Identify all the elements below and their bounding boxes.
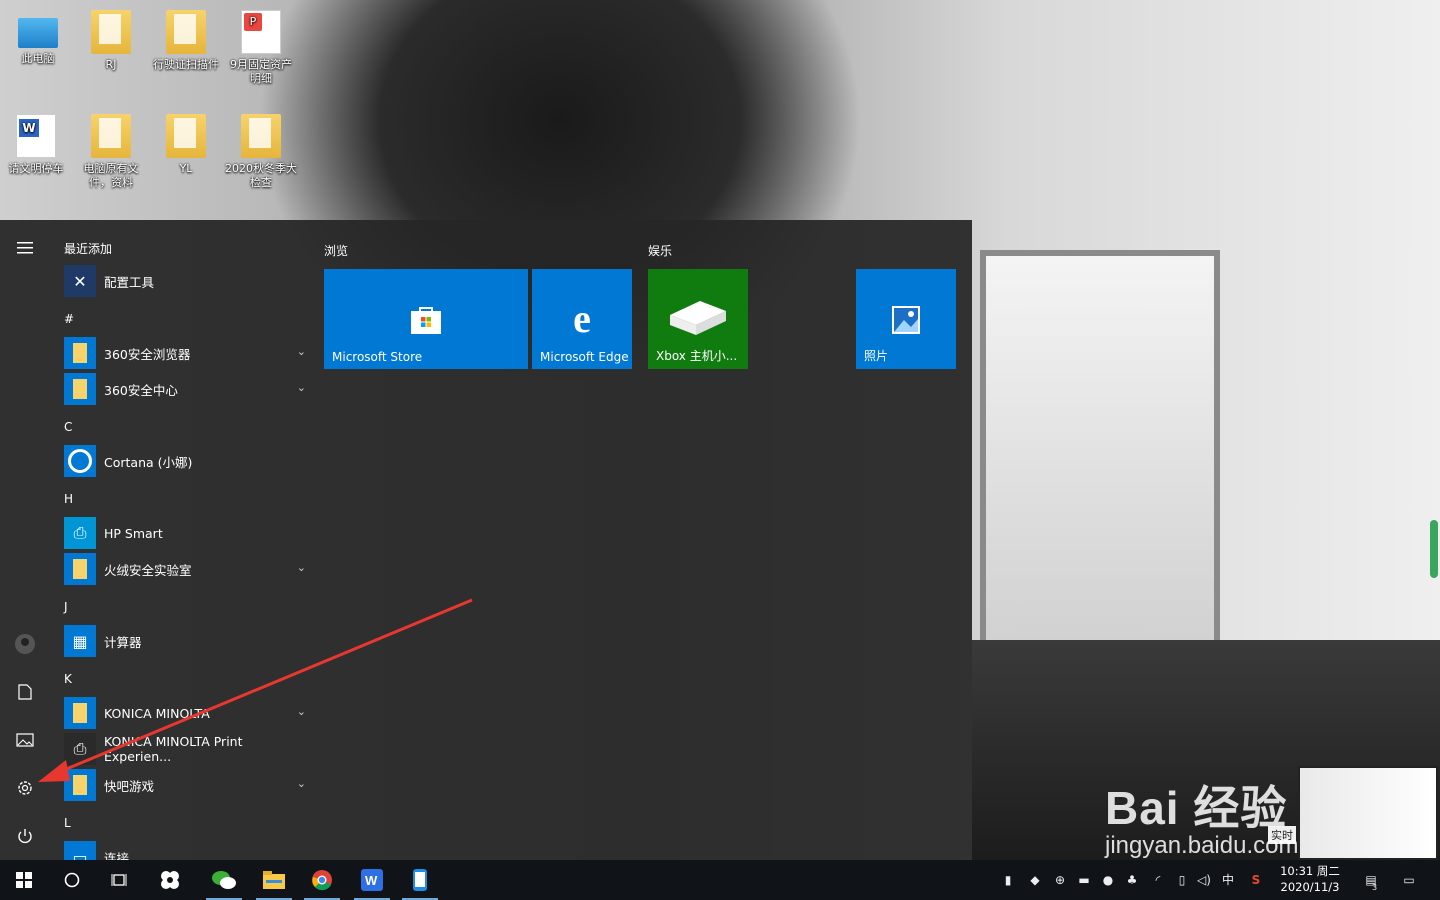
action-center-icon[interactable]: ▭ bbox=[1398, 872, 1420, 888]
section-header: 最近添加 bbox=[64, 242, 113, 256]
phone-icon[interactable] bbox=[396, 860, 444, 900]
chevron-down-icon[interactable]: ⌄ bbox=[297, 561, 306, 574]
start-icon[interactable] bbox=[0, 860, 48, 900]
photos-icon bbox=[892, 306, 920, 334]
app-item-konica[interactable]: KONICA MINOLTA ⌄ bbox=[64, 696, 312, 730]
wifi-tray-icon[interactable]: ◜ bbox=[1150, 872, 1166, 888]
section-header[interactable]: C bbox=[64, 420, 72, 434]
section-header[interactable]: H bbox=[64, 492, 73, 506]
word-file-icon: W bbox=[16, 114, 56, 158]
section-header[interactable]: K bbox=[64, 672, 72, 686]
app-item-kuaiba[interactable]: 快吧游戏 ⌄ bbox=[64, 768, 312, 802]
tile-group-header[interactable]: 浏览 bbox=[324, 242, 348, 259]
connect-icon: ▭ bbox=[64, 841, 96, 860]
search-icon[interactable] bbox=[48, 860, 96, 900]
clock[interactable]: 10:31 周二 2020/11/3 bbox=[1270, 863, 1350, 895]
app-item-config-tool[interactable]: ✕ 配置工具 bbox=[64, 264, 312, 298]
calculator-icon: ▦ bbox=[64, 625, 96, 657]
tile-xbox[interactable]: Xbox 主机小... bbox=[648, 269, 748, 369]
file-explorer-icon[interactable] bbox=[250, 860, 298, 900]
computer-icon bbox=[18, 18, 58, 48]
chevron-down-icon[interactable]: ⌄ bbox=[297, 345, 306, 358]
desktop-icon-assets-pdf[interactable]: P 9月固定资产明细 bbox=[225, 10, 297, 86]
pdf-file-icon: P bbox=[241, 10, 281, 54]
folder-icon bbox=[64, 769, 96, 801]
ime-indicator[interactable]: 中 bbox=[1220, 872, 1236, 888]
chevron-down-icon[interactable]: ⌄ bbox=[297, 777, 306, 790]
app-item-connect[interactable]: ▭ 连接 bbox=[64, 840, 312, 860]
folder-tray-icon[interactable]: ▬ bbox=[1076, 872, 1092, 888]
section-header[interactable]: J bbox=[64, 600, 68, 614]
volume-tray-icon[interactable]: ◁) bbox=[1196, 872, 1212, 888]
desktop-icon-rj[interactable]: RJ bbox=[75, 10, 147, 72]
folder-icon bbox=[166, 114, 206, 158]
start-menu-rail bbox=[0, 220, 50, 860]
message-tray-icon[interactable]: ▤ 3 bbox=[1360, 872, 1382, 892]
documents-icon[interactable] bbox=[0, 668, 50, 716]
hp-icon: ⎙ bbox=[64, 517, 96, 549]
app-list: 最近添加 ✕ 配置工具 # 360安全浏览器 ⌄ 360安全中心 ⌄ C Cor… bbox=[50, 220, 312, 860]
app-item-360-security[interactable]: 360安全中心 ⌄ bbox=[64, 372, 312, 406]
power-icon[interactable] bbox=[0, 812, 50, 860]
tile-microsoft-store[interactable]: Microsoft Store bbox=[324, 269, 528, 369]
cortana-icon bbox=[64, 445, 96, 477]
store-icon bbox=[411, 307, 441, 334]
app-item-calculator[interactable]: ▦ 计算器 bbox=[64, 624, 312, 658]
tile-photos[interactable]: 照片 bbox=[856, 269, 956, 369]
chevron-down-icon[interactable]: ⌄ bbox=[297, 381, 306, 394]
wechat-icon[interactable] bbox=[200, 860, 248, 900]
edge-icon: e bbox=[573, 296, 591, 341]
pictures-icon[interactable] bbox=[0, 716, 50, 764]
chrome-icon[interactable] bbox=[298, 860, 346, 900]
avatar[interactable] bbox=[0, 620, 50, 668]
app-item-konica-print[interactable]: ⎙ KONICA MINOLTA Print Experien... bbox=[64, 732, 312, 766]
webcam-thumbnail bbox=[1298, 766, 1438, 860]
desktop-icon-this-pc[interactable]: 此电脑 bbox=[2, 10, 74, 66]
battery-tray-icon[interactable]: ▮ bbox=[1000, 872, 1016, 888]
tool-icon: ✕ bbox=[64, 265, 96, 297]
sogou-tray-icon[interactable]: S bbox=[1248, 872, 1264, 888]
wallpaper-window bbox=[980, 250, 1220, 670]
svg-text:W: W bbox=[365, 873, 378, 888]
tile-microsoft-edge[interactable]: e Microsoft Edge bbox=[532, 269, 632, 369]
app-item-huorong[interactable]: 火绒安全实验室 ⌄ bbox=[64, 552, 312, 586]
chevron-down-icon[interactable]: ⌄ bbox=[297, 705, 306, 718]
printer-icon: ⎙ bbox=[64, 733, 96, 765]
section-header[interactable]: # bbox=[64, 312, 74, 326]
side-scrollbar[interactable] bbox=[1430, 520, 1438, 578]
qq-tray-icon[interactable]: ♣ bbox=[1124, 872, 1140, 888]
xbox-icon bbox=[670, 301, 726, 335]
section-header[interactable]: L bbox=[64, 816, 71, 830]
task-view-icon[interactable] bbox=[96, 860, 144, 900]
hamburger-icon[interactable] bbox=[0, 224, 50, 272]
folder-icon bbox=[64, 697, 96, 729]
app-icon[interactable] bbox=[146, 860, 194, 900]
folder-icon bbox=[64, 373, 96, 405]
plus-tray-icon[interactable]: ⊕ bbox=[1052, 872, 1068, 888]
app-item-cortana[interactable]: Cortana (小娜) bbox=[64, 444, 312, 478]
folder-icon bbox=[64, 553, 96, 585]
folder-icon bbox=[64, 337, 96, 369]
folder-icon bbox=[241, 114, 281, 158]
desktop-icon-original-files[interactable]: 电脑原有文件，资料 bbox=[75, 114, 147, 190]
settings-icon[interactable] bbox=[0, 764, 50, 812]
desktop-icon-inspection[interactable]: 2020秋冬季大检查 bbox=[225, 114, 297, 190]
folder-icon bbox=[91, 10, 131, 54]
folder-icon bbox=[166, 10, 206, 54]
wechat-tray-icon[interactable]: ● bbox=[1100, 872, 1116, 888]
desktop-icon-yl[interactable]: YL bbox=[150, 114, 222, 176]
baidu-watermark: Bai 经验 jingyan.baidu.com bbox=[1105, 782, 1299, 859]
wps-icon[interactable]: W bbox=[348, 860, 396, 900]
desktop-icon-parking-doc[interactable]: W 请文明停车 bbox=[0, 114, 72, 176]
folder-icon bbox=[91, 114, 131, 158]
taskbar: W ▮ ◆ ⊕ ▬ ● ♣ ◜ ▯ ◁) 中 S 10:31 周二 2020/1… bbox=[0, 860, 1440, 900]
app-item-hp-smart[interactable]: ⎙ HP Smart bbox=[64, 516, 312, 550]
start-menu: 最近添加 ✕ 配置工具 # 360安全浏览器 ⌄ 360安全中心 ⌄ C Cor… bbox=[0, 220, 972, 860]
tile-group-header[interactable]: 娱乐 bbox=[648, 242, 672, 259]
app-item-360-browser[interactable]: 360安全浏览器 ⌄ bbox=[64, 336, 312, 370]
desktop-icon-license-scan[interactable]: 行驶证扫描件 bbox=[150, 10, 222, 72]
usb-tray-icon[interactable]: ▯ bbox=[1174, 872, 1190, 888]
security-tray-icon[interactable]: ◆ bbox=[1027, 872, 1043, 888]
